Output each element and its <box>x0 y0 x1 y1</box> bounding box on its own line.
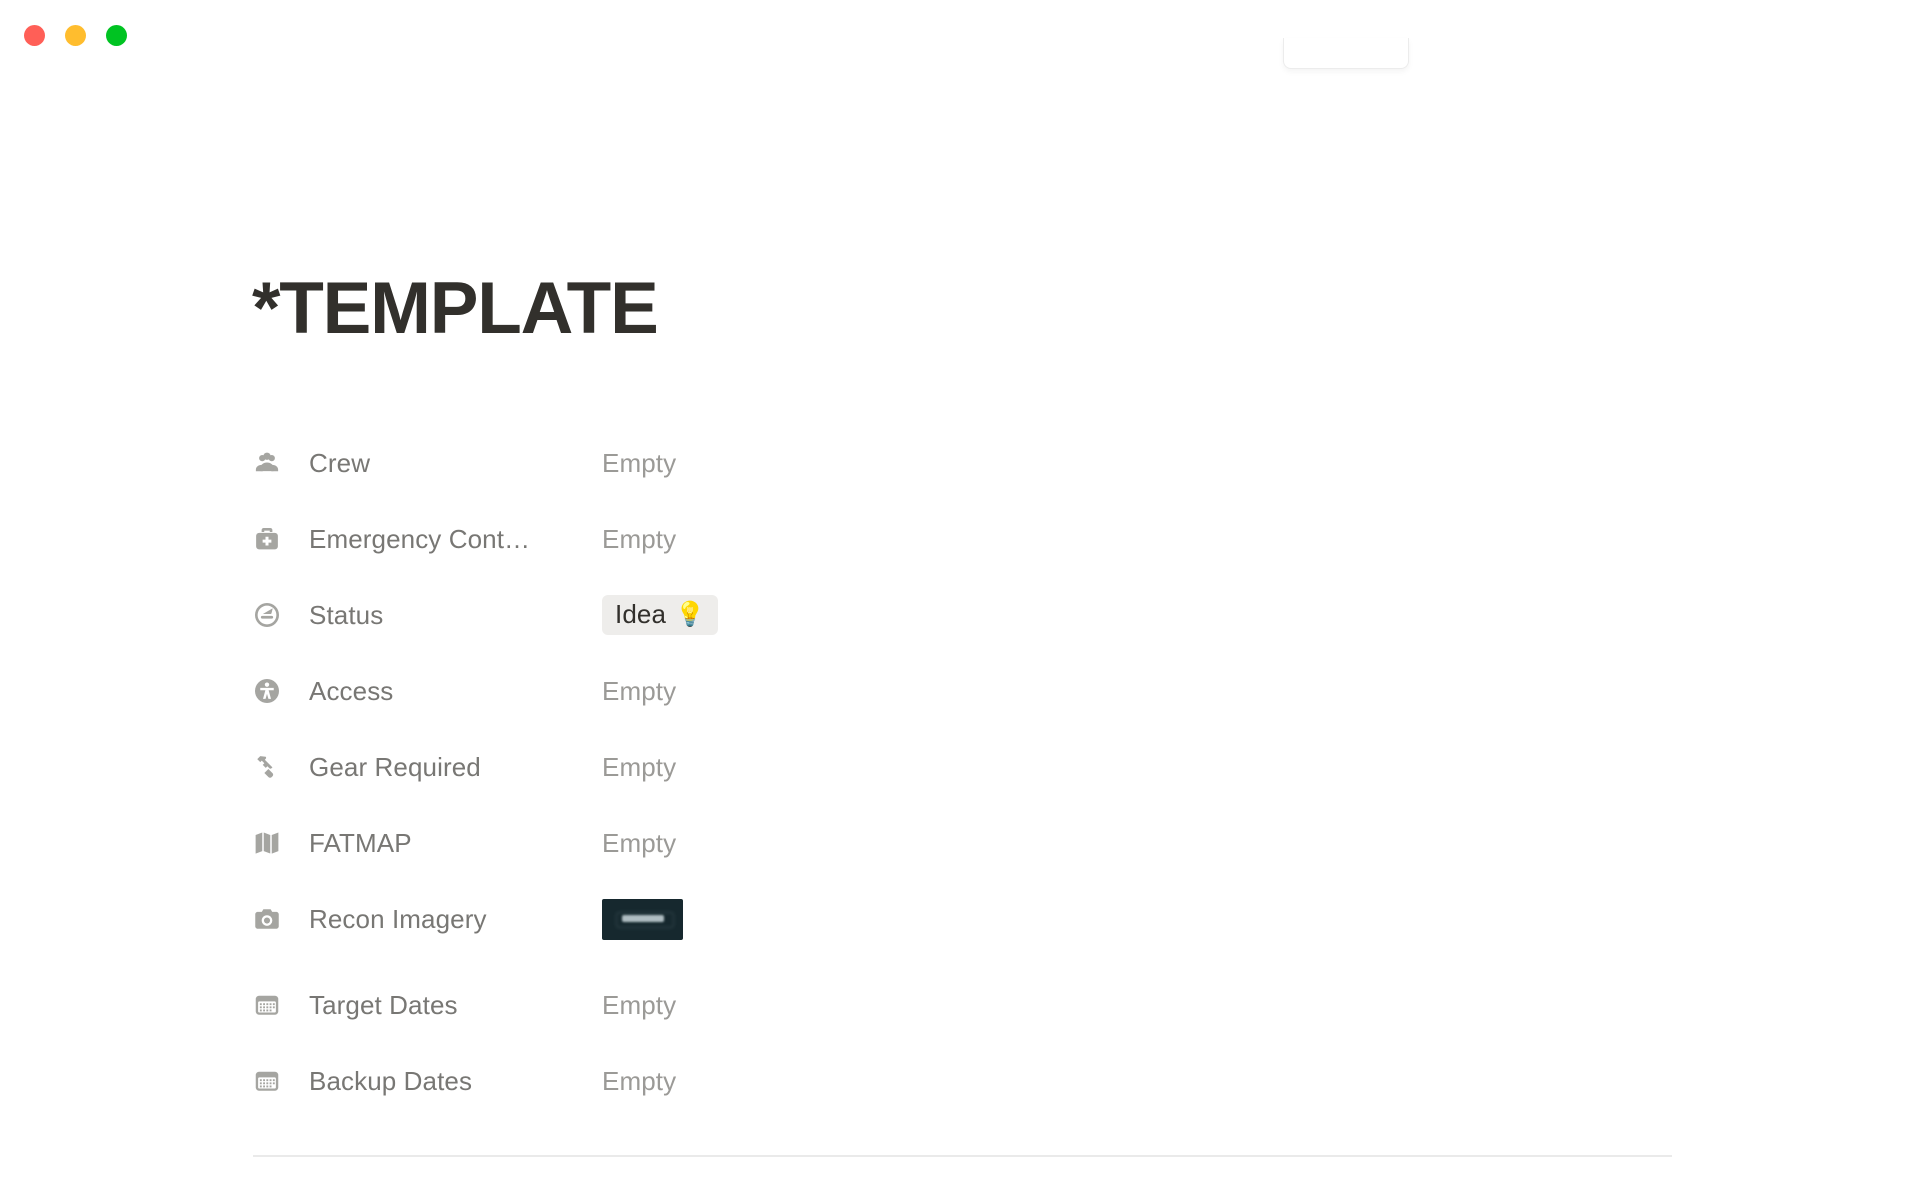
property-value[interactable]: Empty <box>602 676 676 707</box>
thumbnail-highlight <box>622 914 664 922</box>
accessibility-icon <box>252 676 282 706</box>
property-label: Emergency Cont… <box>309 523 531 554</box>
calendar-icon <box>252 990 282 1020</box>
property-value[interactable]: Empty <box>602 752 676 783</box>
property-label-group[interactable]: Access <box>252 676 602 707</box>
property-value[interactable]: Empty <box>602 990 676 1021</box>
medical-kit-icon <box>252 524 282 554</box>
property-value-text: Empty <box>602 523 677 554</box>
property-value-text: Empty <box>602 447 677 478</box>
calendar-icon <box>252 1066 282 1096</box>
property-label: Crew <box>309 447 371 478</box>
property-row-access[interactable]: Access Empty <box>252 653 1672 729</box>
property-label: FATMAP <box>309 827 412 858</box>
camera-icon <box>252 904 282 934</box>
status-badge-label: Idea <box>615 599 667 630</box>
property-label-group[interactable]: Gear Required <box>252 752 602 783</box>
property-value[interactable]: Idea 💡 <box>602 595 718 635</box>
property-value-text: Empty <box>602 827 677 858</box>
property-value-text: Empty <box>602 675 677 706</box>
property-label-group[interactable]: FATMAP <box>252 828 602 859</box>
properties-list: Crew Empty Emergency Cont… Empty Status … <box>252 425 1672 1119</box>
property-label-group[interactable]: Status <box>252 600 602 631</box>
people-group-icon <box>252 448 282 478</box>
row-spacer <box>252 957 1672 967</box>
window-titlebar <box>0 0 1920 69</box>
map-icon <box>252 828 282 858</box>
property-label-group[interactable]: Target Dates <box>252 990 602 1021</box>
recon-imagery-thumbnail[interactable] <box>602 898 683 940</box>
floating-popup-edge <box>1283 38 1409 69</box>
property-value[interactable]: Empty <box>602 524 676 555</box>
property-label: Gear Required <box>309 751 481 782</box>
property-row-recon-imagery[interactable]: Recon Imagery <box>252 881 1672 957</box>
property-row-emergency-contact[interactable]: Emergency Cont… Empty <box>252 501 1672 577</box>
property-label: Access <box>309 675 394 706</box>
hammer-icon <box>252 752 282 782</box>
property-value-text: Empty <box>602 989 677 1020</box>
property-label: Target Dates <box>309 989 458 1020</box>
property-row-gear-required[interactable]: Gear Required Empty <box>252 729 1672 805</box>
page-title[interactable]: *TEMPLATE <box>252 272 659 345</box>
status-badge[interactable]: Idea 💡 <box>602 595 718 635</box>
property-label: Backup Dates <box>309 1065 473 1096</box>
property-label: Status <box>309 599 384 630</box>
property-value[interactable] <box>602 898 683 940</box>
gauge-icon <box>252 600 282 630</box>
content-divider <box>253 1155 1672 1157</box>
property-row-crew[interactable]: Crew Empty <box>252 425 1672 501</box>
property-value-text: Empty <box>602 751 677 782</box>
property-row-target-dates[interactable]: Target Dates Empty <box>252 967 1672 1043</box>
property-row-status[interactable]: Status Idea 💡 <box>252 577 1672 653</box>
property-label-group[interactable]: Backup Dates <box>252 1066 602 1097</box>
property-label-group[interactable]: Recon Imagery <box>252 904 602 935</box>
property-value-text: Empty <box>602 1065 677 1096</box>
property-row-fatmap[interactable]: FATMAP Empty <box>252 805 1672 881</box>
maximize-button[interactable] <box>106 25 127 46</box>
property-row-backup-dates[interactable]: Backup Dates Empty <box>252 1043 1672 1119</box>
minimize-button[interactable] <box>65 25 86 46</box>
lightbulb-icon: 💡 <box>675 600 705 628</box>
app-window: *TEMPLATE Crew Empty Emergency Cont… Emp… <box>0 0 1920 1200</box>
property-value[interactable]: Empty <box>602 448 676 479</box>
close-button[interactable] <box>24 25 45 46</box>
property-label-group[interactable]: Crew <box>252 448 602 479</box>
property-value[interactable]: Empty <box>602 1066 676 1097</box>
property-value[interactable]: Empty <box>602 828 676 859</box>
property-label-group[interactable]: Emergency Cont… <box>252 524 602 555</box>
window-traffic-lights <box>24 25 127 46</box>
property-label: Recon Imagery <box>309 903 487 934</box>
